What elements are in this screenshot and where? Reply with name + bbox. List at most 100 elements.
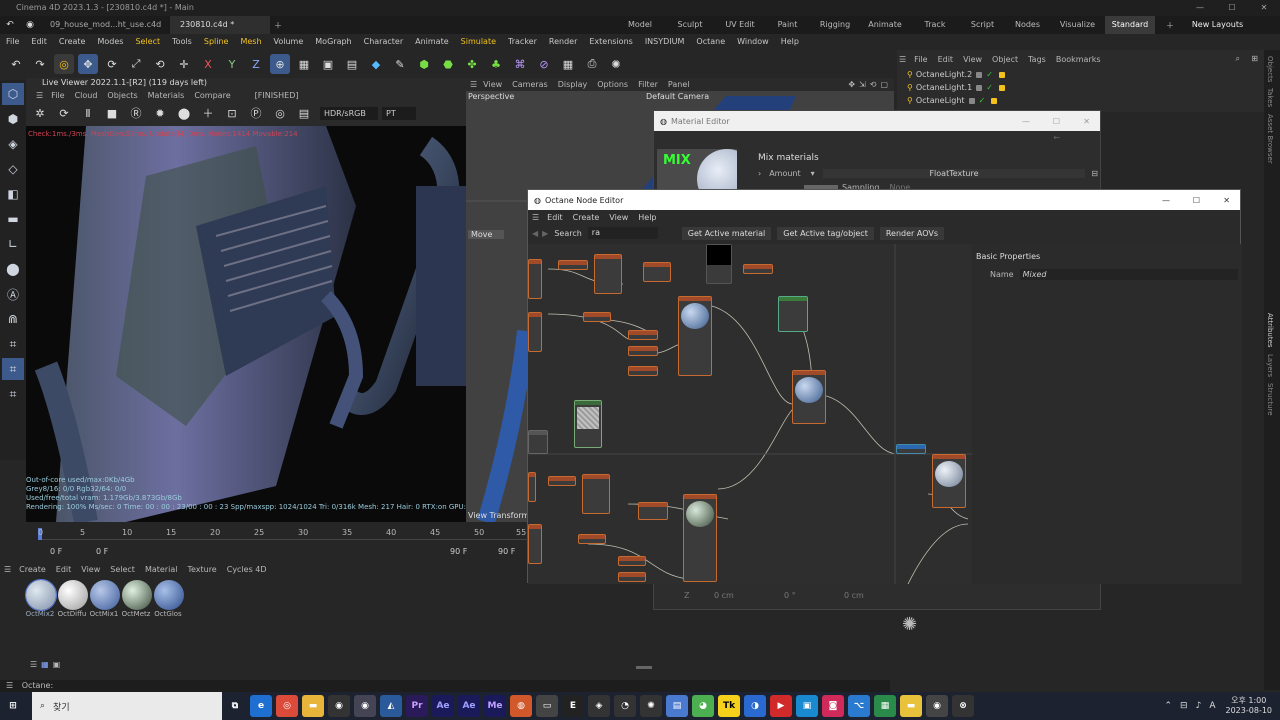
layout-tab-script[interactable]: Script <box>960 16 1005 34</box>
app-icon-4[interactable]: ◈ <box>588 695 610 717</box>
after-effects-icon-2[interactable]: Ae <box>458 695 480 717</box>
search-icon[interactable]: ⌕ <box>1236 54 1240 64</box>
node-metal-material[interactable] <box>683 494 717 582</box>
menu-create[interactable]: Create <box>53 34 92 50</box>
layout-tab-rigging[interactable]: Rigging <box>810 16 860 34</box>
workplane-icon[interactable]: ⌗ <box>2 333 24 355</box>
vscode-icon[interactable]: ⌥ <box>848 695 870 717</box>
viewport-menu-panel[interactable]: Panel <box>668 80 690 89</box>
pause-render-icon[interactable]: Ⅱ <box>78 103 98 123</box>
node-small-2[interactable] <box>643 262 671 282</box>
node-glossy-material[interactable] <box>678 296 712 376</box>
render-region-icon[interactable]: ▦ <box>294 54 314 74</box>
pin-icon[interactable]: Ⓟ <box>246 103 266 123</box>
menu-simulate[interactable]: Simulate <box>455 34 502 50</box>
end-frame[interactable]: 90 F <box>450 547 467 556</box>
node-texture-1[interactable] <box>528 259 542 299</box>
node-small-1[interactable] <box>558 260 588 270</box>
add-tab-icon[interactable]: ＋ <box>274 20 282 31</box>
edges-mode-icon[interactable]: ◈ <box>2 133 24 155</box>
layout-tab-visualize[interactable]: Visualize <box>1050 16 1105 34</box>
lv-menu-objects[interactable]: Objects <box>107 91 137 100</box>
file-explorer-icon[interactable]: ▬ <box>302 695 324 717</box>
network-icon[interactable]: ⊟ <box>1180 701 1188 711</box>
objmgr-hamburger-icon[interactable]: ☰ <box>899 55 906 64</box>
live-viewer-render[interactable]: Check:1ms./3ms. MeshGen:52ms. Update[M]:… <box>26 126 466 522</box>
objmgr-menu-tags[interactable]: Tags <box>1028 55 1046 64</box>
node-small-5[interactable] <box>628 330 658 340</box>
pick-material-icon[interactable]: ⬤ <box>174 103 194 123</box>
node-menu-help[interactable]: Help <box>638 213 656 222</box>
menu-edit[interactable]: Edit <box>25 34 53 50</box>
app-icon-8[interactable]: ◑ <box>744 695 766 717</box>
minimize-icon[interactable]: — <box>1162 196 1170 205</box>
solo-icon[interactable]: Ⓐ <box>2 283 24 305</box>
stop-render-icon[interactable]: ■ <box>102 103 122 123</box>
node-menu-edit[interactable]: Edit <box>547 213 563 222</box>
menu-mograph[interactable]: MoGraph <box>309 34 357 50</box>
menu-help[interactable]: Help <box>775 34 805 50</box>
node-small-9[interactable] <box>548 476 576 486</box>
matmgr-menu-cycles4d[interactable]: Cycles 4D <box>227 565 267 574</box>
pen-icon[interactable]: ✎ <box>390 54 410 74</box>
matmgr-menu-view[interactable]: View <box>81 565 100 574</box>
ime-icon[interactable]: A <box>1209 701 1215 711</box>
transform-tool-icon[interactable]: ✛ <box>174 54 194 74</box>
menu-animate[interactable]: Animate <box>409 34 455 50</box>
cube-icon[interactable]: ◆ <box>366 54 386 74</box>
new-layouts-button[interactable]: New Layouts <box>1185 16 1250 34</box>
y-axis-icon[interactable]: Y <box>222 54 242 74</box>
clay-mode-icon[interactable]: ◎ <box>270 103 290 123</box>
layout-tab-standard[interactable]: Standard <box>1105 16 1155 34</box>
tab-asset-browser[interactable]: Asset Browser <box>1266 114 1274 164</box>
undo-icon[interactable]: ↶ <box>2 17 18 33</box>
matmgr-hamburger-icon[interactable]: ☰ <box>4 565 11 574</box>
add-layout-icon[interactable]: ＋ <box>1155 20 1185 31</box>
menu-modes[interactable]: Modes <box>91 34 129 50</box>
material-item[interactable]: OctGlos <box>152 580 184 618</box>
after-effects-icon[interactable]: Ae <box>432 695 454 717</box>
gear-icon[interactable]: ✹ <box>150 103 170 123</box>
z-axis-icon[interactable]: Z <box>246 54 266 74</box>
layout-tab-paint[interactable]: Paint <box>765 16 810 34</box>
viewport-menu-cameras[interactable]: Cameras <box>512 80 548 89</box>
layout-tab-animate[interactable]: Animate <box>860 16 910 34</box>
grid-icon[interactable]: ⌗ <box>2 358 24 380</box>
cinema4d-taskbar-icon[interactable]: ◉ <box>328 695 350 717</box>
render-settings-icon[interactable]: ▤ <box>342 54 362 74</box>
kakaotalk-icon[interactable]: Tk <box>718 695 740 717</box>
coordinate-system-icon[interactable]: ⊕ <box>270 54 290 74</box>
close-icon[interactable]: ✕ <box>1083 117 1090 126</box>
viewport-menu-display[interactable]: Display <box>558 80 588 89</box>
matmgr-menu-texture[interactable]: Texture <box>187 565 216 574</box>
pan-icon[interactable]: ✥ <box>848 80 855 89</box>
redo-icon[interactable]: ↷ <box>30 54 50 74</box>
maximize-icon[interactable]: ☐ <box>1053 117 1060 126</box>
node-small-12[interactable] <box>618 556 646 566</box>
magnet-icon[interactable]: ⋒ <box>2 308 24 330</box>
menu-mesh[interactable]: Mesh <box>234 34 267 50</box>
start-frame[interactable]: 0 F <box>50 547 62 556</box>
layout-tab-nodes[interactable]: Nodes <box>1005 16 1050 34</box>
menu-tools[interactable]: Tools <box>166 34 198 50</box>
windows-start-icon[interactable]: ⊞ <box>2 695 24 717</box>
material-item[interactable]: OctMetz <box>120 580 152 618</box>
app-icon-13[interactable]: ▬ <box>900 695 922 717</box>
app-icon-11[interactable]: ◙ <box>822 695 844 717</box>
zoom-icon[interactable]: ⇲ <box>859 80 866 89</box>
points-mode-icon[interactable]: ⬢ <box>2 108 24 130</box>
lv-menu-materials[interactable]: Materials <box>148 91 185 100</box>
menu-insydium[interactable]: INSYDIUM <box>639 34 691 50</box>
select-tool-icon[interactable]: ◎ <box>54 54 74 74</box>
node-canvas[interactable] <box>528 244 972 584</box>
model-mode-icon[interactable]: ⬡ <box>2 83 24 105</box>
node-menu-create[interactable]: Create <box>573 213 600 222</box>
app-icon-5[interactable]: ✺ <box>640 695 662 717</box>
layout-tab-sculpt[interactable]: Sculpt <box>665 16 715 34</box>
end-frame-2[interactable]: 90 F <box>498 547 515 556</box>
lv-menu-cloud[interactable]: Cloud <box>75 91 98 100</box>
objmgr-menu-file[interactable]: File <box>914 55 927 64</box>
uv-mode-icon[interactable]: ◧ <box>2 183 24 205</box>
menu-octane[interactable]: Octane <box>690 34 731 50</box>
render-view-icon[interactable]: ▣ <box>318 54 338 74</box>
